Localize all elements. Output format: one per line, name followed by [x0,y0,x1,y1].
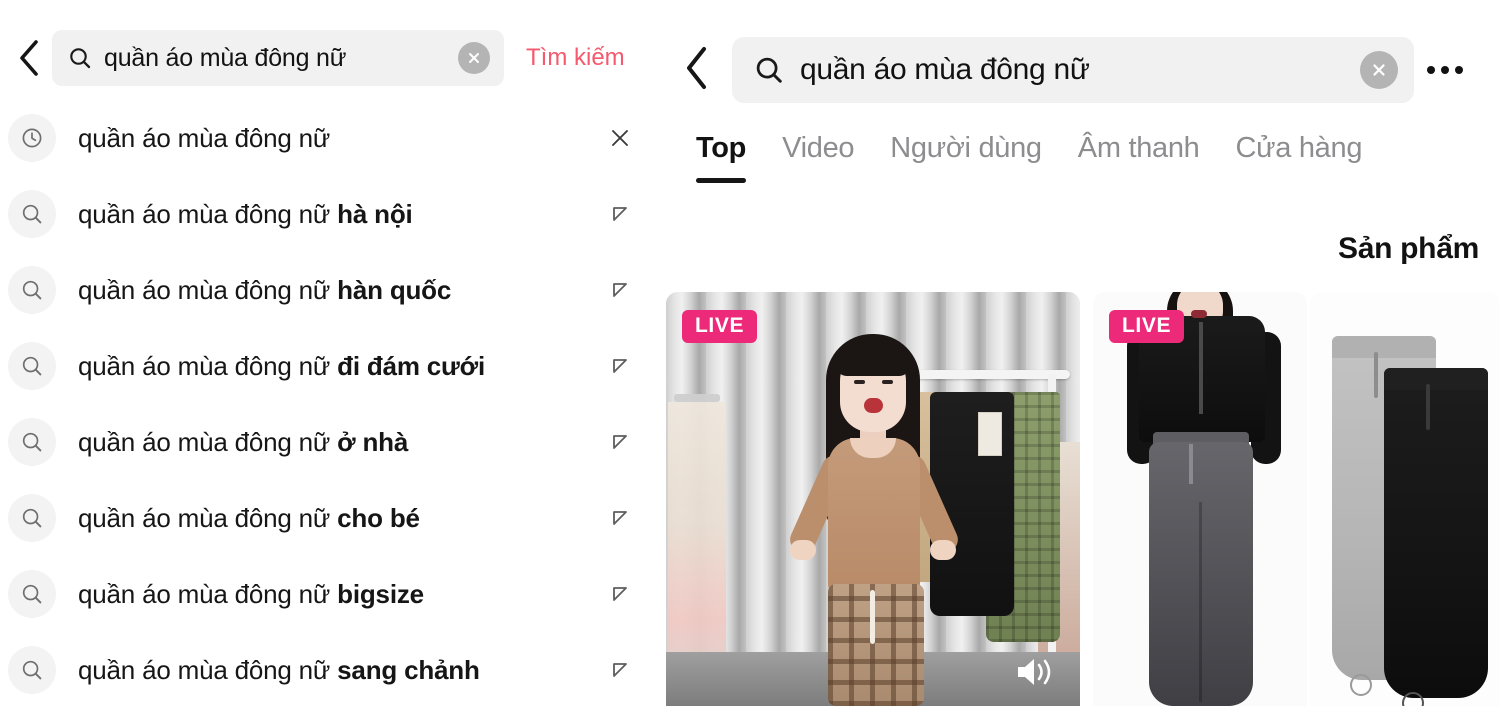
search-submit-button[interactable]: Tìm kiếm [526,44,625,72]
beige-top [828,438,920,596]
back-button[interactable] [6,38,52,78]
search-icon [8,570,56,618]
card-thumbnail [1310,292,1500,706]
suggestion-label: quần áo mùa đông nữ bigsize [78,578,424,609]
section-title: Sản phẩm [1338,232,1479,265]
speaker-icon[interactable] [1012,655,1056,694]
product-card-grid: LIVE LIVE [660,292,1500,706]
tab-video[interactable]: Video [764,132,872,165]
eye [854,380,865,384]
suggestion-label: quần áo mùa đông nữ hàn quốc [78,274,452,305]
cuff-toggle [1350,674,1372,696]
card-thumbnail [666,292,1080,706]
remove-history-button[interactable] [600,126,640,150]
list-item[interactable]: quần áo mùa đông nữ sang chảnh [0,632,660,706]
drawstring [1373,352,1378,398]
app-screen: quần áo mùa đông nữ Tìm kiếm quần áo mùa… [0,0,1500,706]
results-search-bar: quần áo mùa đông nữ [660,30,1500,110]
suggestion-label: quần áo mùa đông nữ cho bé [78,502,420,533]
search-icon [754,55,784,85]
clear-search-button[interactable] [458,42,490,74]
search-input-value: quần áo mùa đông nữ [104,43,347,72]
tab-shop[interactable]: Cửa hàng [1218,132,1381,165]
search-icon [8,342,56,390]
arrow-up-left-icon[interactable] [600,582,640,606]
drawstring [1425,384,1430,430]
search-icon [8,494,56,542]
results-tab-bar: Top Video Người dùng Âm thanh Cửa hàng [660,132,1500,198]
suggestion-label: quần áo mùa đông nữ [78,122,331,153]
arrow-up-left-icon[interactable] [600,658,640,682]
search-icon [8,418,56,466]
search-icon [8,266,56,314]
hair-fringe [837,342,909,376]
clear-search-button[interactable] [1360,51,1398,89]
live-host [782,334,964,706]
eye [882,380,893,384]
drawstring [1189,444,1193,484]
tab-top[interactable]: Top [678,132,764,183]
plaid-pants [828,584,924,706]
product-card[interactable]: LIVE [1093,292,1307,706]
zipper [1199,322,1203,414]
more-horizontal-icon [1441,66,1449,74]
more-horizontal-icon [1455,66,1463,74]
mouth [864,398,883,413]
arrow-up-left-icon[interactable] [600,430,640,454]
more-horizontal-icon [1427,66,1435,74]
results-search-value: quần áo mùa đông nữ [800,53,1090,86]
list-item[interactable]: quần áo mùa đông nữ hàn quốc [0,252,660,328]
arrow-up-left-icon[interactable] [600,354,640,378]
product-card[interactable]: LIVE [666,292,1080,706]
search-results-panel: quần áo mùa đông nữ Top Video Người dùng… [660,0,1500,706]
arrow-up-left-icon[interactable] [600,202,640,226]
search-input[interactable]: quần áo mùa đông nữ [52,30,504,86]
results-search-input[interactable]: quần áo mùa đông nữ [732,37,1414,103]
search-icon [8,190,56,238]
waistband [1332,336,1436,358]
price-tag [978,412,1002,456]
clock-icon [8,114,56,162]
search-icon [8,646,56,694]
card-thumbnail [1093,292,1307,706]
list-item[interactable]: quần áo mùa đông nữ bigsize [0,556,660,632]
chevron-left-icon [16,38,42,78]
left-search-bar: quần áo mùa đông nữ Tìm kiếm [0,26,660,90]
pant-seam [1199,502,1202,702]
drawstring [870,590,875,644]
suggestion-label: quần áo mùa đông nữ hà nội [78,198,413,229]
back-button[interactable] [660,44,732,97]
product-card[interactable] [1310,292,1500,706]
black-jogger-pants [1384,368,1488,706]
suggestion-label: quần áo mùa đông nữ đi đám cưới [78,350,485,381]
waistband [1384,368,1488,390]
live-badge: LIVE [682,310,758,343]
suggestion-label: quần áo mùa đông nữ ở nhà [78,426,409,457]
list-item[interactable]: quần áo mùa đông nữ ở nhà [0,404,660,480]
list-item[interactable]: quần áo mùa đông nữ đi đám cưới [0,328,660,404]
suggestion-label: quần áo mùa đông nữ sang chảnh [78,654,480,685]
hand [930,540,956,560]
mouth [1191,310,1207,318]
tab-users[interactable]: Người dùng [872,132,1060,165]
tab-sounds[interactable]: Âm thanh [1060,132,1218,165]
list-item[interactable]: quần áo mùa đông nữ cho bé [0,480,660,556]
list-item[interactable]: quần áo mùa đông nữ hà nội [0,176,660,252]
live-badge: LIVE [1109,310,1185,343]
more-options-button[interactable] [1414,66,1476,74]
list-item[interactable]: quần áo mùa đông nữ [0,100,660,176]
hand [790,540,816,560]
suggestion-list: quần áo mùa đông nữ quần áo mùa đông nữ … [0,100,660,706]
arrow-up-left-icon[interactable] [600,506,640,530]
chevron-left-icon [681,44,711,97]
arrow-up-left-icon[interactable] [600,278,640,302]
cuff-toggle [1402,692,1424,706]
search-icon [68,46,92,70]
search-suggestions-panel: quần áo mùa đông nữ Tìm kiếm quần áo mùa… [0,0,660,706]
